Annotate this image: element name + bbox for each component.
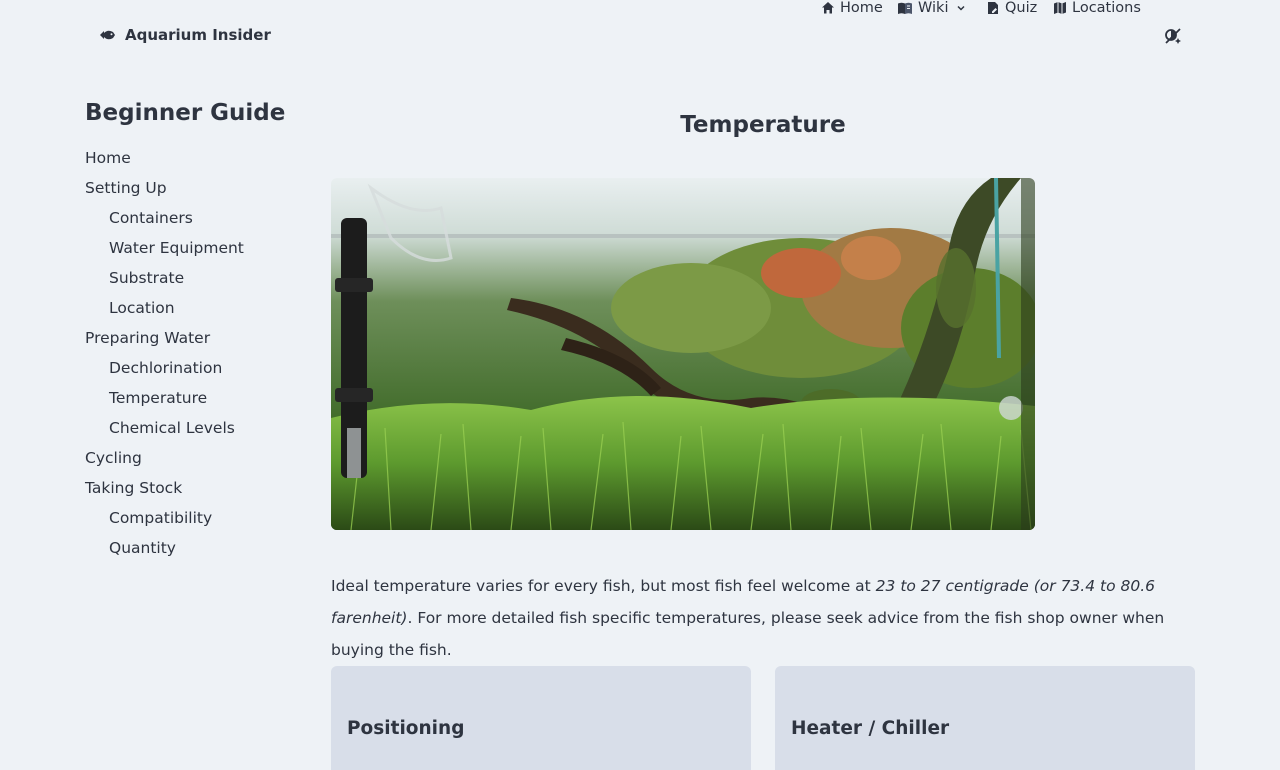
sidebar-item-compatibility[interactable]: Compatibility <box>85 503 305 533</box>
home-icon <box>822 2 834 14</box>
aquarium-hero-image <box>331 178 1035 530</box>
sidebar-nav-list: Home Setting Up Containers Water Equipme… <box>85 143 305 563</box>
temperature-paragraph: Ideal temperature varies for every fish,… <box>331 570 1206 666</box>
page-title: Temperature <box>680 112 846 138</box>
sidebar-item-taking-stock[interactable]: Taking Stock <box>85 473 305 503</box>
theme-toggle-icon <box>1165 28 1181 44</box>
heater-chiller-card-title: Heater / Chiller <box>791 718 950 739</box>
sidebar-item-chemical-levels[interactable]: Chemical Levels <box>85 413 305 443</box>
nav-home[interactable]: Home <box>821 0 883 16</box>
sidebar-item-containers[interactable]: Containers <box>85 203 305 233</box>
nav-locations[interactable]: Locations <box>1053 0 1141 16</box>
nav-home-label: Home <box>840 0 883 16</box>
heater-chiller-card: Heater / Chiller <box>775 666 1195 770</box>
sidebar-item-home[interactable]: Home <box>85 143 305 173</box>
sidebar-item-preparing-water[interactable]: Preparing Water <box>85 323 305 353</box>
sidebar-item-quantity[interactable]: Quantity <box>85 533 305 563</box>
paragraph-text-2: . For more detailed fish specific temper… <box>331 609 1165 659</box>
sidebar-item-location[interactable]: Location <box>85 293 305 323</box>
chevron-down-icon <box>957 5 966 11</box>
sidebar-item-temperature[interactable]: Temperature <box>85 383 305 413</box>
positioning-card: Positioning <box>331 666 751 770</box>
map-icon <box>1054 2 1066 14</box>
quiz-icon <box>988 2 998 14</box>
nav-wiki[interactable]: Wiki <box>897 0 966 16</box>
sidebar-item-setting-up[interactable]: Setting Up <box>85 173 305 203</box>
sidebar: Beginner Guide Home Setting Up Container… <box>85 98 305 563</box>
book-icon <box>898 2 912 14</box>
brand-name: Aquarium Insider <box>125 26 271 44</box>
paragraph-text-1: Ideal temperature varies for every fish,… <box>331 577 876 595</box>
fish-icon <box>100 30 115 40</box>
sidebar-item-dechlorination[interactable]: Dechlorination <box>85 353 305 383</box>
nav-quiz-label: Quiz <box>1005 0 1038 16</box>
positioning-card-title: Positioning <box>347 718 465 739</box>
brand-link[interactable]: Aquarium Insider <box>99 26 271 44</box>
sidebar-title: Beginner Guide <box>85 100 286 126</box>
nav-wiki-label: Wiki <box>918 0 949 16</box>
nav-locations-label: Locations <box>1072 0 1141 16</box>
site-header: Aquarium Insider Home Wiki Quiz Location… <box>0 0 1280 72</box>
sidebar-item-water-equipment[interactable]: Water Equipment <box>85 233 305 263</box>
sidebar-item-cycling[interactable]: Cycling <box>85 443 305 473</box>
theme-toggle-button[interactable] <box>1163 26 1183 46</box>
sidebar-item-substrate[interactable]: Substrate <box>85 263 305 293</box>
nav-quiz[interactable]: Quiz <box>986 0 1037 16</box>
